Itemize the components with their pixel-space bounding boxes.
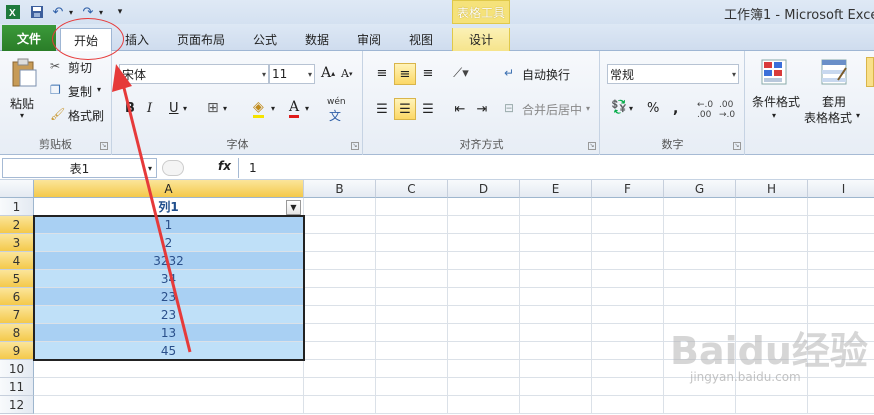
watermark-logo: Baidu经验 [670, 329, 868, 373]
watermark-url: jingyan.baidu.com [690, 370, 801, 384]
